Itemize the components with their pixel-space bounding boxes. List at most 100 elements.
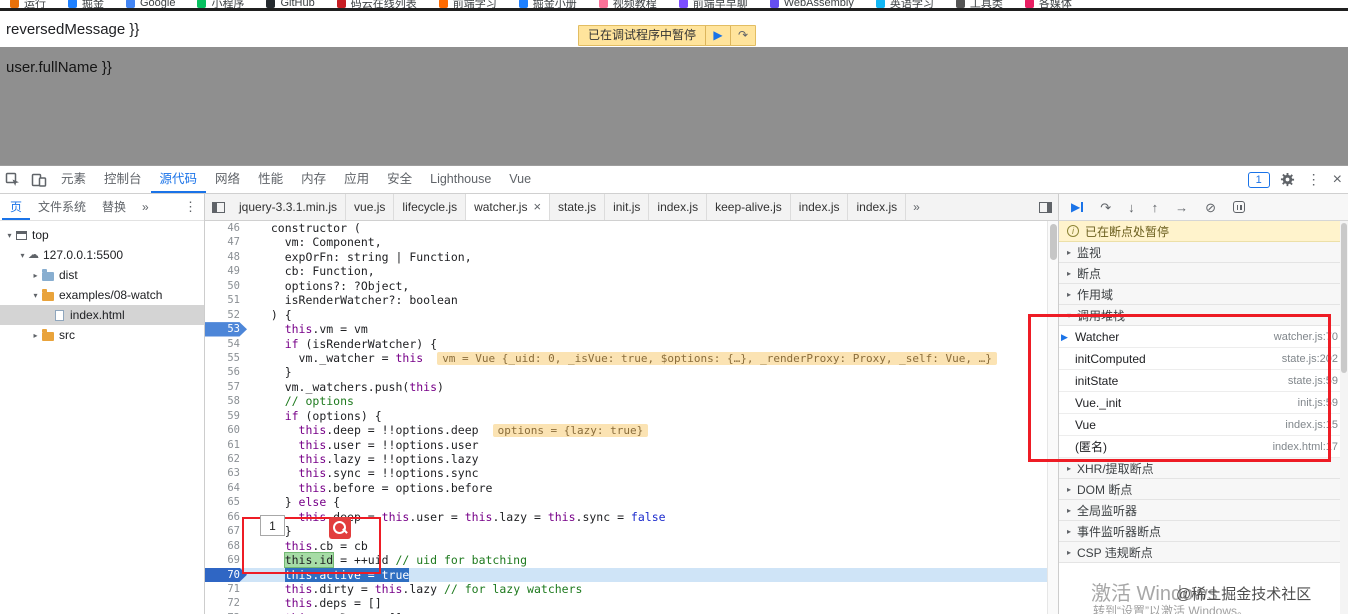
code-line[interactable]: 60 this.deep = !!options.deep options = {…	[205, 423, 1047, 438]
overlay-resume-button[interactable]: ▶	[705, 26, 730, 45]
bookmark-item[interactable]: 前端学习	[438, 0, 497, 8]
devtools-tab-元素[interactable]: 元素	[52, 166, 95, 193]
editor-tab-init.js[interactable]: init.js	[605, 194, 650, 220]
code-line[interactable]: 65 } else {	[205, 495, 1047, 510]
step-into-button[interactable]: ↓	[1128, 201, 1135, 214]
line-number[interactable]: 65	[205, 495, 247, 510]
sidebar-section-DOM 断点[interactable]: ▸ DOM 断点	[1059, 479, 1348, 500]
editor-tab-vue.js[interactable]: vue.js	[346, 194, 395, 220]
bookmark-item[interactable]: 视频教程	[598, 0, 657, 8]
line-number[interactable]: 67	[205, 524, 247, 539]
overlay-step-button[interactable]: ↷	[730, 26, 755, 45]
resume-script-button[interactable]: ▶	[1071, 200, 1084, 214]
devtools-tab-安全[interactable]: 安全	[378, 166, 421, 193]
line-number[interactable]: 49	[205, 264, 247, 279]
sidebar-section-全局监听器[interactable]: ▸ 全局监听器	[1059, 500, 1348, 521]
editor-tab-keep-alive.js[interactable]: keep-alive.js	[707, 194, 791, 220]
devtools-tab-应用[interactable]: 应用	[335, 166, 378, 193]
editor-tab-index.js[interactable]: index.js	[649, 194, 708, 220]
navigator-kebab-icon[interactable]: ⋮	[177, 194, 204, 220]
gear-icon[interactable]	[1275, 166, 1301, 193]
line-number[interactable]: 68	[205, 538, 247, 554]
sidebar-section-监视[interactable]: ▸ 监视	[1059, 242, 1348, 263]
devtools-tab-内存[interactable]: 内存	[292, 166, 335, 193]
line-number[interactable]: 66	[205, 509, 247, 525]
line-number[interactable]: 72	[205, 596, 247, 611]
code-line[interactable]: 61 this.user = !!options.user	[205, 437, 1047, 452]
code-line[interactable]: 47 vm: Component,	[205, 235, 1047, 250]
line-number[interactable]: 59	[205, 408, 247, 424]
toggle-debugger-sidebar-icon[interactable]	[1032, 194, 1058, 220]
deactivate-breakpoints-button[interactable]: ⊘	[1205, 201, 1216, 214]
line-number[interactable]: 62	[205, 452, 247, 467]
devtools-tab-源代码[interactable]: 源代码	[151, 166, 207, 193]
sidebar-section-断点[interactable]: ▸ 断点	[1059, 263, 1348, 284]
line-number[interactable]: 69	[205, 553, 247, 568]
bookmark-item[interactable]: 前端早早聊	[678, 0, 748, 8]
close-devtools-icon[interactable]: ×	[1327, 171, 1348, 189]
devtools-tab-网络[interactable]: 网络	[206, 166, 249, 193]
line-number[interactable]: 71	[205, 581, 247, 597]
tree-item-top[interactable]: ▾ top	[0, 225, 204, 245]
step-over-button[interactable]: ↷	[1100, 201, 1111, 214]
line-number[interactable]: 60	[205, 423, 247, 438]
code-line[interactable]: 63 this.sync = !!options.sync	[205, 466, 1047, 481]
code-line[interactable]: 51 isRenderWatcher?: boolean	[205, 293, 1047, 308]
sidebar-scrollbar[interactable]	[1340, 221, 1348, 614]
bookmark-item[interactable]: WebAssembly	[769, 0, 854, 8]
inspect-element-icon[interactable]	[0, 166, 26, 193]
bookmark-item[interactable]: 工具类	[955, 0, 1003, 8]
pause-on-exceptions-button[interactable]	[1233, 201, 1246, 213]
devtools-tab-性能[interactable]: 性能	[249, 166, 292, 193]
navigator-tab[interactable]: »	[134, 194, 157, 220]
line-number[interactable]: 58	[205, 394, 247, 409]
code-line[interactable]: 64 this.before = options.before	[205, 480, 1047, 496]
line-number[interactable]: 61	[205, 437, 247, 452]
code-line[interactable]: 72 this.deps = []	[205, 596, 1047, 611]
sidebar-section-事件监听器断点[interactable]: ▸ 事件监听器断点	[1059, 521, 1348, 542]
console-messages-badge[interactable]: 1	[1247, 171, 1270, 188]
editor-tab-state.js[interactable]: state.js	[550, 194, 606, 220]
line-number[interactable]: 64	[205, 480, 247, 496]
bookmark-item[interactable]: GitHub	[266, 0, 315, 8]
editor-tab-lifecycle.js[interactable]: lifecycle.js	[394, 194, 467, 220]
step-button[interactable]: →	[1175, 201, 1188, 214]
sidebar-section-CSP 违规断点[interactable]: ▸ CSP 违规断点	[1059, 542, 1348, 563]
line-number[interactable]: 46	[205, 221, 247, 236]
code-line[interactable]: 48 expOrFn: string | Function,	[205, 249, 1047, 265]
bookmark-item[interactable]: 运行	[10, 0, 46, 8]
kebab-menu-icon[interactable]: ⋮	[1301, 171, 1327, 188]
line-number[interactable]: 55	[205, 350, 247, 366]
code-line[interactable]: 71 this.dirty = this.lazy // for lazy wa…	[205, 581, 1047, 597]
code-line[interactable]: 58 // options	[205, 394, 1047, 409]
line-number[interactable]: 52	[205, 307, 247, 323]
code-line[interactable]: 62 this.lazy = !!options.lazy	[205, 452, 1047, 467]
sidebar-scrollbar-thumb[interactable]	[1341, 223, 1347, 373]
code-line[interactable]: 56 }	[205, 365, 1047, 380]
line-number[interactable]: 48	[205, 249, 247, 265]
close-tab-icon[interactable]: ×	[533, 194, 541, 220]
sidebar-section-作用域[interactable]: ▸ 作用域	[1059, 284, 1348, 305]
step-out-button[interactable]: ↑	[1152, 201, 1159, 214]
devtools-tab-控制台[interactable]: 控制台	[95, 166, 151, 193]
line-number[interactable]: 50	[205, 278, 247, 294]
code-line[interactable]: 59 if (options) {	[205, 408, 1047, 424]
tree-item-examples/08-watch[interactable]: ▾ examples/08-watch	[0, 285, 204, 305]
more-tabs-icon[interactable]: »	[906, 194, 927, 220]
editor-tab-index.js[interactable]: index.js	[791, 194, 849, 220]
line-number[interactable]: 56	[205, 365, 247, 380]
line-number[interactable]: 47	[205, 235, 247, 250]
code-line[interactable]: 50 options?: ?Object,	[205, 278, 1047, 294]
bookmark-item[interactable]: Google	[126, 0, 175, 8]
code-line[interactable]: 57 vm._watchers.push(this)	[205, 379, 1047, 395]
code-line[interactable]: 46 constructor (	[205, 221, 1047, 236]
devtools-tab-Lighthouse[interactable]: Lighthouse	[421, 166, 500, 193]
tree-item-src[interactable]: ▸ src	[0, 325, 204, 345]
line-number[interactable]: 51	[205, 293, 247, 308]
editor-tab-jquery-3.3.1.min.js[interactable]: jquery-3.3.1.min.js	[231, 194, 347, 220]
code-line[interactable]: 49 cb: Function,	[205, 264, 1047, 279]
tree-item-index.html[interactable]: index.html	[0, 305, 204, 325]
editor-tab-index.js[interactable]: index.js	[848, 194, 907, 220]
line-number[interactable]: 54	[205, 336, 247, 351]
toggle-navigator-icon[interactable]	[205, 194, 231, 220]
